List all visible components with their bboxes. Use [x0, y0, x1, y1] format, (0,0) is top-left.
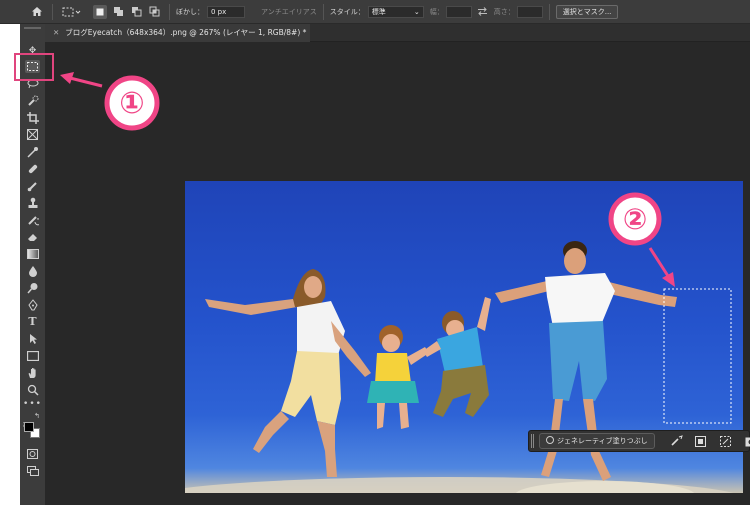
type-icon[interactable]: T: [25, 315, 40, 328]
generative-fill-icon: [546, 436, 554, 444]
eraser-icon[interactable]: [25, 230, 40, 243]
selection-marquee[interactable]: [663, 288, 732, 424]
tools-panel: ✥ T ••• ↰: [20, 24, 45, 505]
height-label: 高さ：: [493, 7, 515, 16]
boy-figure: [423, 297, 491, 417]
taskbar-grip[interactable]: [531, 434, 534, 448]
quick-select-icon[interactable]: [25, 94, 40, 107]
style-label: スタイル：: [329, 7, 365, 16]
height-field[interactable]: [516, 5, 543, 18]
frame-icon[interactable]: [25, 128, 40, 141]
callout-1-label: ①: [119, 86, 144, 121]
girl-figure: [367, 325, 429, 429]
healing-brush-icon[interactable]: [25, 162, 40, 175]
callout-2-arrow: [648, 247, 675, 287]
pen-icon[interactable]: [25, 298, 40, 311]
marquee-tool-highlight: [14, 53, 54, 81]
feather-field[interactable]: 0 px: [207, 5, 245, 18]
document-tab[interactable]: ✕ ブログEyecatch（648x364）.png @ 267% (レイヤー 1…: [45, 24, 310, 42]
brush-icon[interactable]: [25, 179, 40, 192]
document-tab-title: ブログEyecatch（648x364）.png @ 267% (レイヤー 1,…: [65, 28, 307, 37]
path-select-icon[interactable]: [25, 332, 40, 345]
callout-1: ①: [104, 75, 160, 131]
generative-fill-label: ジェネレーティブ塗りつぶし: [557, 437, 648, 445]
divider: [322, 3, 324, 20]
subtract-selection-icon[interactable]: [129, 5, 143, 19]
callout-2-label: ②: [623, 202, 648, 236]
default-colors-icon[interactable]: [22, 413, 29, 428]
history-brush-icon[interactable]: [25, 213, 40, 226]
swap-dimensions-icon[interactable]: [476, 5, 490, 19]
divider: [52, 3, 53, 20]
left-margin-strip: [0, 24, 20, 505]
document-tab-bar: ✕ ブログEyecatch（648x364）.png @ 267% (レイヤー 1…: [45, 24, 750, 42]
quick-mask-icon[interactable]: [25, 447, 40, 460]
new-selection-icon[interactable]: [93, 4, 107, 19]
swap-colors-icon[interactable]: ↰: [34, 412, 40, 420]
panel-grip: [24, 27, 41, 29]
feather-label: ぼかし：: [176, 7, 204, 16]
more-tools-icon[interactable]: •••: [23, 397, 41, 410]
callout-2: ②: [608, 192, 662, 246]
callout-1-arrow: [60, 72, 103, 88]
gradient-icon[interactable]: [25, 247, 40, 260]
dodge-icon[interactable]: [25, 281, 40, 294]
chevron-down-icon: ⌄: [413, 7, 420, 16]
select-and-mask-button[interactable]: 選択とマスク...: [555, 4, 619, 19]
home-icon[interactable]: [30, 5, 44, 19]
generative-fill-button[interactable]: ジェネレーティブ塗りつぶし: [539, 433, 655, 449]
zoom-icon[interactable]: [25, 383, 40, 396]
marquee-preset-icon[interactable]: [61, 5, 83, 19]
crop-icon[interactable]: [25, 111, 40, 124]
woman-figure: [205, 269, 371, 477]
foreground-color-swatch[interactable]: [24, 422, 34, 432]
divider: [169, 3, 170, 20]
style-select[interactable]: 標準 ⌄: [367, 5, 424, 18]
options-bar: ぼかし： 0 px アンチエイリアス スタイル： 標準 ⌄ 幅： 高さ： 選択と…: [0, 0, 750, 24]
antialias-checkbox-label[interactable]: アンチエイリアス: [261, 7, 317, 17]
intersect-selection-icon[interactable]: [147, 5, 161, 19]
transform-selection-icon[interactable]: [719, 432, 731, 451]
mask-from-selection-icon[interactable]: [745, 432, 750, 451]
divider: [548, 3, 550, 20]
contextual-task-bar: ジェネレーティブ塗りつぶし: [528, 430, 750, 452]
screen-mode-icon[interactable]: [25, 464, 40, 477]
close-tab-icon[interactable]: ✕: [53, 28, 59, 37]
eyedropper-icon[interactable]: [25, 145, 40, 158]
blur-icon[interactable]: [25, 264, 40, 277]
rectangle-icon[interactable]: [25, 349, 40, 362]
style-select-value: 標準: [371, 7, 386, 16]
add-selection-icon[interactable]: [111, 5, 125, 19]
invert-selection-icon[interactable]: [694, 432, 706, 451]
modify-selection-icon[interactable]: [671, 432, 683, 451]
photoshop-window: ぼかし： 0 px アンチエイリアス スタイル： 標準 ⌄ 幅： 高さ： 選択と…: [0, 0, 750, 505]
hand-icon[interactable]: [25, 366, 40, 379]
clone-stamp-icon[interactable]: [25, 196, 40, 209]
width-field[interactable]: [445, 5, 472, 18]
width-label: 幅：: [429, 7, 444, 16]
